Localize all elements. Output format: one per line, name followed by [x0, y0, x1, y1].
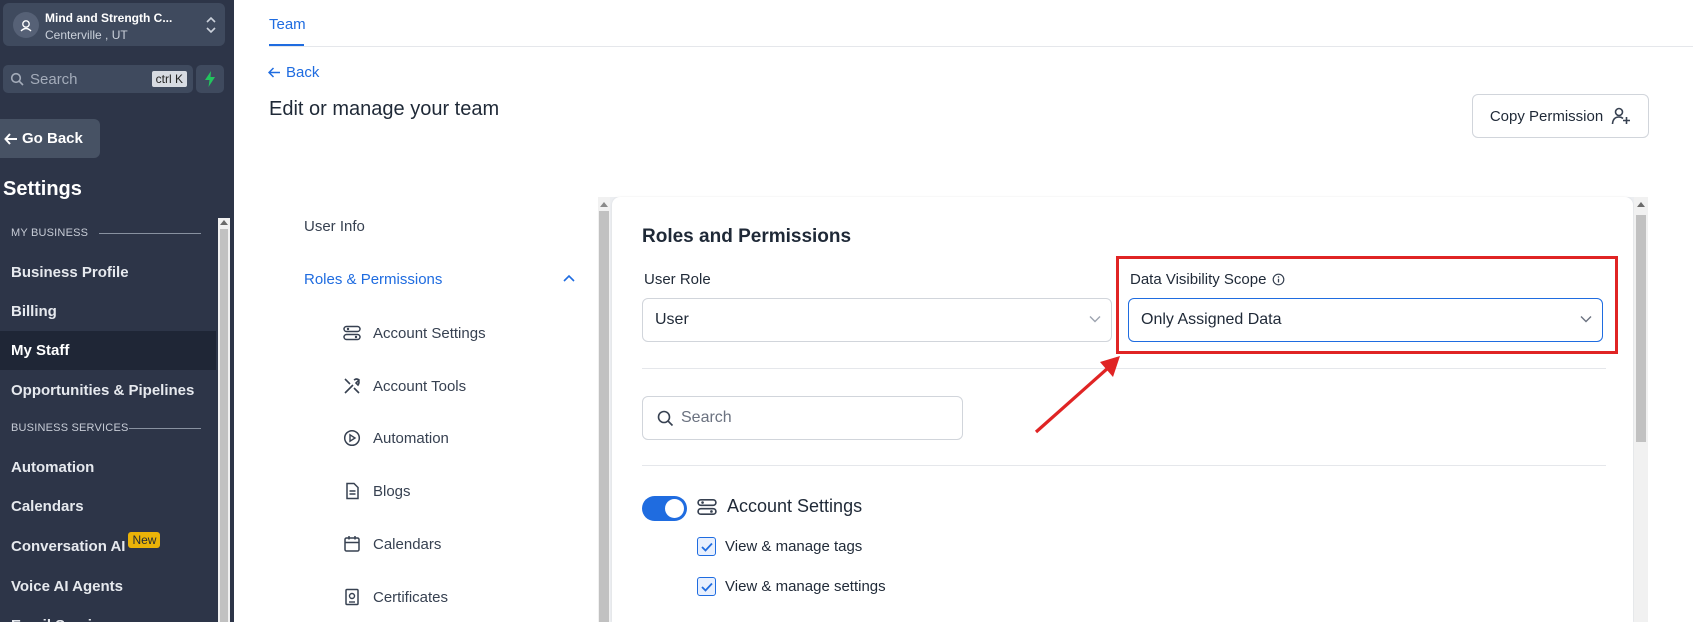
chevron-up-icon[interactable]: [562, 273, 576, 283]
sidebar-item-label: Conversation AI: [11, 538, 126, 555]
subnav-label: Account Settings: [373, 324, 486, 342]
permission-group-account-settings: Account Settings: [697, 496, 862, 517]
subnav-account-tools[interactable]: Account Tools: [343, 377, 466, 395]
permission-row-tags[interactable]: View & manage tags: [697, 537, 862, 556]
sidebar-item-automation[interactable]: Automation: [0, 448, 216, 487]
settings-title: Settings: [3, 178, 82, 200]
permission-search-input[interactable]: Search: [642, 396, 963, 440]
section-divider: [99, 233, 201, 234]
subnav-certificates[interactable]: Certificates: [343, 588, 448, 606]
go-back-label: Go Back: [22, 130, 83, 147]
back-link[interactable]: Back: [268, 64, 319, 81]
permission-label: View & manage settings: [725, 578, 886, 595]
subnav-blogs[interactable]: Blogs: [343, 482, 411, 500]
checkbox-checked[interactable]: [697, 577, 716, 596]
section-divider: [129, 428, 201, 429]
new-badge: New: [128, 531, 161, 548]
account-settings-toggle[interactable]: [642, 496, 687, 521]
sidebar-item-conversation-ai[interactable]: Conversation AI New: [0, 527, 216, 566]
permission-group-label: Account Settings: [727, 496, 863, 516]
sliders-icon: [697, 498, 717, 515]
tab-team[interactable]: Team: [269, 16, 306, 33]
copy-permission-label: Copy Permission: [1489, 107, 1604, 125]
tools-icon: [344, 378, 361, 394]
sidebar: Mind and Strength C... Centerville , UT …: [0, 0, 234, 622]
search-icon: [657, 410, 674, 426]
subnav-roles-permissions[interactable]: Roles & Permissions: [304, 271, 442, 288]
location-address: Centerville , UT: [45, 28, 128, 42]
subnav-label: Blogs: [373, 482, 411, 500]
annotation-arrow-icon: [1034, 356, 1120, 434]
scrollbar-thumb[interactable]: [599, 211, 609, 622]
subnav-label: Account Tools: [373, 377, 467, 395]
sidebar-item-my-staff[interactable]: My Staff: [0, 331, 216, 370]
search-icon: [10, 72, 24, 86]
arrow-left-icon: [4, 132, 17, 145]
toggle-knob: [665, 499, 684, 518]
location-icon: [13, 12, 39, 38]
page-title: Edit or manage your team: [269, 98, 500, 120]
quick-actions-button[interactable]: [196, 65, 224, 93]
sidebar-item-email-services[interactable]: Email Services: [0, 606, 216, 622]
copy-permission-button[interactable]: Copy Permission: [1472, 94, 1649, 138]
section-header-business-services: BUSINESS SERVICES: [11, 422, 201, 434]
scrollbar-thumb[interactable]: [220, 229, 228, 622]
permission-row-settings[interactable]: View & manage settings: [697, 577, 886, 596]
sidebar-item-business-profile[interactable]: Business Profile: [0, 253, 216, 292]
annotation-highlight-box: [1116, 256, 1618, 354]
calendar-icon: [344, 536, 360, 552]
chevron-down-icon: [1089, 316, 1101, 323]
section-header-my-business: MY BUSINESS: [11, 227, 201, 239]
user-role-value: User: [655, 311, 689, 328]
subnav-account-settings[interactable]: Account Settings: [343, 324, 486, 342]
panel-title: Roles and Permissions: [642, 226, 852, 247]
location-name: Mind and Strength C...: [45, 11, 173, 25]
search-shortcut: ctrl K: [151, 71, 187, 87]
document-icon: [346, 482, 359, 500]
subnav-automation[interactable]: Automation: [343, 429, 449, 447]
go-back-button[interactable]: Go Back: [0, 119, 100, 158]
play-circle-icon: [343, 429, 361, 447]
subnav-calendars[interactable]: Calendars: [343, 535, 441, 553]
check-icon: [700, 542, 713, 552]
permission-search-placeholder: Search: [681, 409, 732, 426]
arrow-left-icon: [268, 67, 280, 78]
back-label: Back: [286, 64, 320, 81]
checkbox-checked[interactable]: [697, 537, 716, 556]
user-role-label: User Role: [644, 271, 711, 288]
lightning-icon: [205, 71, 215, 87]
divider: [642, 465, 1606, 466]
user-role-select[interactable]: User: [642, 298, 1112, 342]
panel-scrollbar-left[interactable]: [598, 197, 610, 622]
subnav-label: Certificates: [373, 588, 449, 606]
sliders-icon: [343, 325, 361, 341]
chevron-up-down-icon: [206, 16, 216, 34]
user-plus-icon: [1611, 107, 1631, 125]
location-switcher[interactable]: Mind and Strength C... Centerville , UT: [3, 3, 225, 46]
scroll-up-icon[interactable]: [1637, 202, 1645, 207]
panel-scrollbar-right[interactable]: [1634, 197, 1648, 622]
sidebar-scrollbar[interactable]: [218, 218, 230, 622]
scrollbar-thumb[interactable]: [1636, 215, 1646, 442]
tab-divider: [269, 46, 1693, 47]
certificate-icon: [345, 588, 359, 606]
sidebar-item-voice-ai-agents[interactable]: Voice AI Agents: [0, 567, 216, 606]
subnav-label: Calendars: [373, 535, 442, 553]
scroll-up-icon[interactable]: [220, 220, 228, 225]
sidebar-item-opportunities-pipelines[interactable]: Opportunities & Pipelines: [0, 371, 216, 410]
scroll-up-icon[interactable]: [600, 202, 608, 207]
subnav-user-info[interactable]: User Info: [304, 218, 365, 235]
subnav-label: Automation: [373, 429, 449, 447]
sidebar-search[interactable]: Search ctrl K: [3, 65, 193, 93]
sidebar-item-billing[interactable]: Billing: [0, 292, 216, 331]
sidebar-search-placeholder: Search: [30, 71, 78, 88]
check-icon: [700, 582, 713, 592]
permission-label: View & manage tags: [725, 538, 863, 555]
sidebar-item-calendars[interactable]: Calendars: [0, 487, 216, 526]
